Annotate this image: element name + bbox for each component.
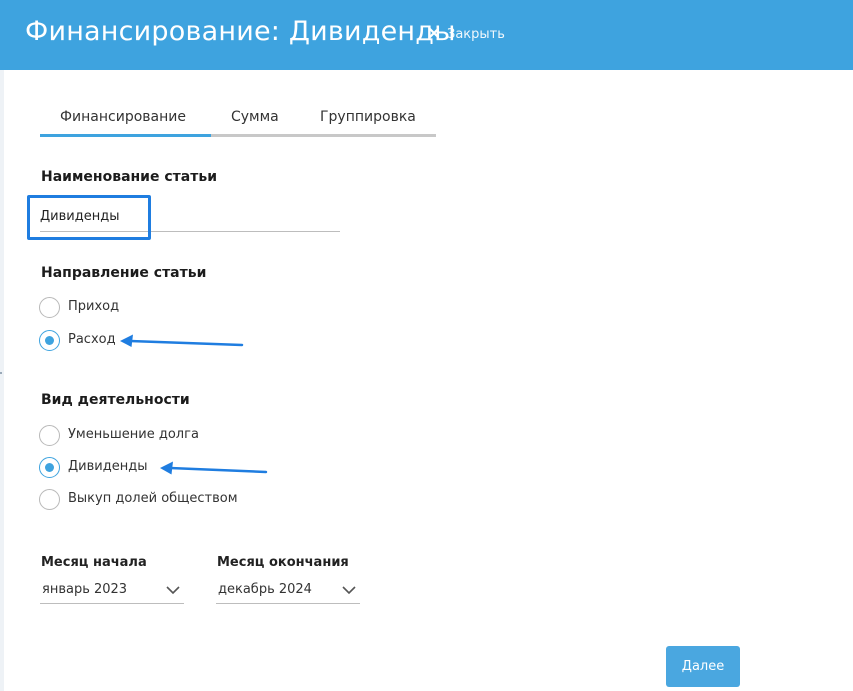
start-month-value: январь 2023 (42, 582, 128, 597)
radio-income-circle[interactable] (39, 297, 60, 318)
radio-expense-label: Расход (68, 332, 116, 347)
article-name-input[interactable] (40, 203, 340, 229)
radio-debt-reduction-label: Уменьшение долга (68, 427, 199, 442)
tabs-bar: Финансирование Сумма Группировка (40, 104, 436, 137)
article-name-field[interactable] (40, 203, 340, 232)
radio-share-buyback-circle[interactable] (39, 489, 60, 510)
activity-heading: Вид деятельности (41, 392, 190, 408)
chevron-down-icon[interactable] (166, 586, 180, 595)
radio-dividends-label: Дивиденды (68, 459, 148, 474)
close-icon[interactable] (428, 26, 440, 40)
next-button[interactable]: Далее (666, 646, 740, 687)
radio-debt-reduction-circle[interactable] (39, 425, 60, 446)
tab-grouping-label: Группировка (320, 109, 416, 125)
radio-share-buyback-label: Выкуп долей обществом (68, 491, 238, 506)
start-month-select[interactable]: январь 2023 (40, 578, 184, 604)
tab-amount-label: Сумма (231, 109, 279, 125)
annotation-arrow-icon (120, 334, 244, 347)
tab-financing-label: Финансирование (60, 109, 186, 125)
article-name-heading: Наименование статьи (41, 169, 217, 185)
end-month-select[interactable]: декабрь 2024 (216, 578, 360, 604)
end-month-label: Месяц окончания (217, 555, 349, 570)
left-edge-divider (0, 70, 4, 691)
left-edge-marker (0, 372, 2, 374)
start-month-label: Месяц начала (41, 555, 147, 570)
direction-heading: Направление статьи (41, 265, 207, 281)
tab-amount[interactable]: Сумма (231, 104, 291, 137)
chevron-down-icon[interactable] (342, 586, 356, 595)
page-title: Финансирование: Дивиденды (25, 16, 456, 47)
tab-grouping[interactable]: Группировка (320, 104, 436, 137)
page-header: Финансирование: Дивиденды Закрыть (0, 0, 853, 70)
radio-expense-circle[interactable] (39, 330, 60, 351)
radio-dividends-circle[interactable] (39, 457, 60, 478)
annotation-arrow-icon (160, 461, 268, 475)
tab-financing[interactable]: Финансирование (40, 104, 211, 137)
close-button[interactable]: Закрыть (447, 27, 505, 42)
end-month-value: декабрь 2024 (218, 582, 312, 597)
radio-income-label: Приход (68, 299, 120, 314)
